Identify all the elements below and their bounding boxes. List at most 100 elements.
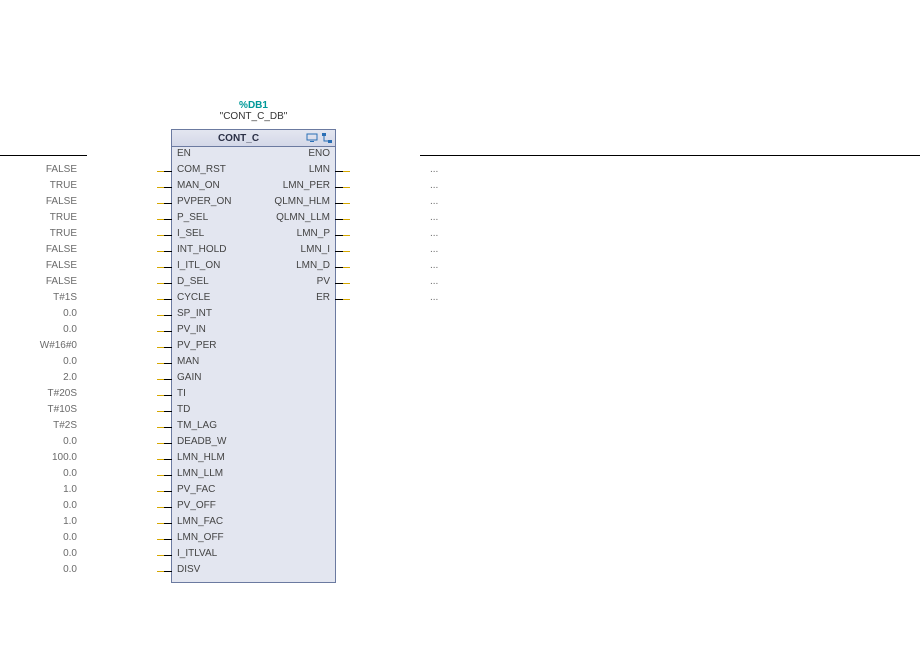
input-pin-sp_int: SP_INT0.0 [172, 307, 252, 323]
pin-stub [164, 283, 172, 284]
input-label: PV_PER [177, 340, 216, 351]
pin-stub [335, 251, 343, 252]
output-value: ... [430, 212, 438, 223]
pin-wire [157, 315, 164, 316]
input-value: FALSE [46, 244, 77, 255]
pin-row: GAIN2.0 [172, 371, 335, 387]
output-pin-eno: ENO [255, 147, 335, 163]
input-value: FALSE [46, 260, 77, 271]
input-value: 0.0 [63, 436, 77, 447]
input-label: PV_IN [177, 324, 206, 335]
input-value: 0.0 [63, 548, 77, 559]
pin-wire [157, 363, 164, 364]
input-label: TD [177, 404, 190, 415]
pin-wire [157, 283, 164, 284]
output-label: ENO [308, 148, 330, 159]
pin-wire [157, 459, 164, 460]
pin-wire [157, 443, 164, 444]
input-label: P_SEL [177, 212, 208, 223]
input-label: PV_FAC [177, 484, 215, 495]
output-value: ... [430, 260, 438, 271]
pin-stub [335, 267, 343, 268]
input-pin-en: EN [172, 147, 252, 163]
pin-wire [343, 299, 350, 300]
input-label: MAN_ON [177, 180, 220, 191]
pin-stub [164, 523, 172, 524]
pin-row: I_ITLVAL0.0 [172, 547, 335, 563]
output-label: LMN_PER [283, 180, 330, 191]
block-body: ENENOCOM_RSTFALSELMN...MAN_ONTRUELMN_PER… [171, 147, 336, 583]
input-value: 0.0 [63, 324, 77, 335]
input-pin-pv_per: PV_PERW#16#0 [172, 339, 252, 355]
input-label: DISV [177, 564, 200, 575]
input-pin-lmn_off: LMN_OFF0.0 [172, 531, 252, 547]
pin-stub [335, 219, 343, 220]
pin-row: LMN_HLM100.0 [172, 451, 335, 467]
pin-stub [164, 299, 172, 300]
pin-row: TM_LAGT#2S [172, 419, 335, 435]
input-value: 100.0 [52, 452, 77, 463]
pin-wire [157, 507, 164, 508]
output-pin-lmn_d: LMN_D... [255, 259, 335, 275]
input-label: D_SEL [177, 276, 209, 287]
output-pin-er: ER... [255, 291, 335, 307]
input-pin-i_itl_on: I_ITL_ONFALSE [172, 259, 252, 275]
pin-wire [343, 203, 350, 204]
pin-row: PV_IN0.0 [172, 323, 335, 339]
input-pin-int_hold: INT_HOLDFALSE [172, 243, 252, 259]
input-value: TRUE [50, 180, 77, 191]
structure-icon[interactable] [320, 131, 334, 145]
output-pin-qlmn_llm: QLMN_LLM... [255, 211, 335, 227]
pin-wire [157, 475, 164, 476]
input-value: 0.0 [63, 468, 77, 479]
pin-row: EN ENO [172, 147, 335, 163]
output-value: ... [430, 244, 438, 255]
pin-stub [335, 235, 343, 236]
input-label: PV_OFF [177, 500, 216, 511]
input-pin-gain: GAIN2.0 [172, 371, 252, 387]
input-label: I_ITL_ON [177, 260, 220, 271]
input-pin-ti: TIT#20S [172, 387, 252, 403]
pin-row: DISV0.0 [172, 563, 335, 579]
pin-wire [157, 491, 164, 492]
pin-stub [164, 539, 172, 540]
pin-row: MAN_ONTRUELMN_PER... [172, 179, 335, 195]
pin-stub [164, 267, 172, 268]
output-label: QLMN_LLM [276, 212, 330, 223]
input-label: DEADB_W [177, 436, 226, 447]
output-value: ... [430, 276, 438, 287]
block-title-bar: CONT_C [171, 129, 336, 147]
monitor-icon[interactable] [305, 131, 319, 145]
output-label: LMN_P [297, 228, 330, 239]
pin-wire [343, 251, 350, 252]
pin-stub [164, 395, 172, 396]
pin-stub [164, 347, 172, 348]
input-value: 1.0 [63, 516, 77, 527]
input-value: T#2S [53, 420, 77, 431]
pin-wire [157, 267, 164, 268]
input-label: CYCLE [177, 292, 210, 303]
input-value: TRUE [50, 212, 77, 223]
pin-wire [157, 379, 164, 380]
output-label: ER [316, 292, 330, 303]
pin-row: PV_OFF0.0 [172, 499, 335, 515]
pin-wire [157, 571, 164, 572]
pin-stub [164, 379, 172, 380]
input-pin-pv_off: PV_OFF0.0 [172, 499, 252, 515]
pin-row: MAN0.0 [172, 355, 335, 371]
power-rail-out [420, 155, 920, 156]
input-label: LMN_HLM [177, 452, 225, 463]
output-pin-lmn_per: LMN_PER... [255, 179, 335, 195]
pin-wire [157, 219, 164, 220]
pin-stub [164, 507, 172, 508]
input-pin-td: TDT#10S [172, 403, 252, 419]
input-pin-man: MAN0.0 [172, 355, 252, 371]
pin-stub [164, 459, 172, 460]
input-value: T#1S [53, 292, 77, 303]
input-label: INT_HOLD [177, 244, 226, 255]
pin-row: PV_FAC1.0 [172, 483, 335, 499]
pin-row: INT_HOLDFALSELMN_I... [172, 243, 335, 259]
input-pin-p_sel: P_SELTRUE [172, 211, 252, 227]
input-pin-cycle: CYCLET#1S [172, 291, 252, 307]
pin-stub [164, 203, 172, 204]
